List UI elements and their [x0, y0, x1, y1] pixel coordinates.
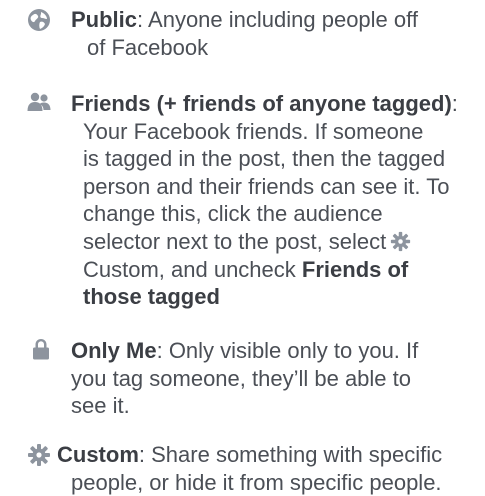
audience-option-public: Public: Anyone including people off of F… [0, 0, 485, 90]
public-description: Anyone including people off [143, 7, 418, 32]
friends-line-2: Your Facebook friends. If someone [83, 118, 424, 144]
friends-line-8: those tagged [83, 284, 220, 310]
lock-icon [29, 337, 53, 361]
friends-description: Your Facebook friends. If someone is tag… [71, 118, 458, 311]
audience-option-only-me: Only Me: Only visible only to you. If yo… [0, 331, 485, 431]
friends-title: Friends (+ friends of anyone tagged) [71, 91, 452, 116]
custom-line-1: Custom: Share something with specific [57, 442, 443, 467]
friends-line-5: change this, click the audience [83, 201, 383, 227]
audience-option-custom: Custom: Share something with specific pe… [0, 437, 485, 495]
friends-line-7: Custom, and uncheck Friends of [83, 256, 409, 282]
audience-option-public-text: Public: Anyone including people off of F… [71, 6, 418, 61]
audience-option-friends: Friends (+ friends of anyone tagged): Yo… [0, 84, 485, 344]
custom-title: Custom [57, 442, 139, 467]
only-me-title: Only Me [71, 338, 157, 363]
gear-icon [27, 443, 51, 467]
public-title: Public [71, 7, 138, 32]
audience-option-friends-text: Friends (+ friends of anyone tagged): Yo… [71, 90, 458, 311]
audience-help-panel: { "items": [ { "icon": "globe-icon", "ti… [0, 0, 485, 495]
only-me-line-1: Only Me: Only visible only to you. If [71, 338, 419, 363]
public-line-1: Public: Anyone including people off [71, 7, 418, 32]
audience-option-only-me-text: Only Me: Only visible only to you. If yo… [71, 337, 418, 420]
only-me-line-3: see it. [71, 393, 130, 419]
gear-icon [390, 231, 411, 252]
audience-option-custom-text: Custom: Share something with specific pe… [57, 441, 442, 496]
only-me-line-2: you tag someone, they’ll be able to [71, 365, 412, 391]
friends-line-4: person and their friends can see it. To [83, 173, 450, 199]
friends-line-6: selector next to the post, select [83, 228, 458, 256]
globe-icon [27, 8, 51, 32]
friends-line-3: is tagged in the post, then the tagged [83, 146, 446, 172]
public-line-2: of Facebook [87, 34, 209, 60]
friends-line-1: Friends (+ friends of anyone tagged): [71, 91, 458, 116]
friends-icon [27, 90, 51, 114]
